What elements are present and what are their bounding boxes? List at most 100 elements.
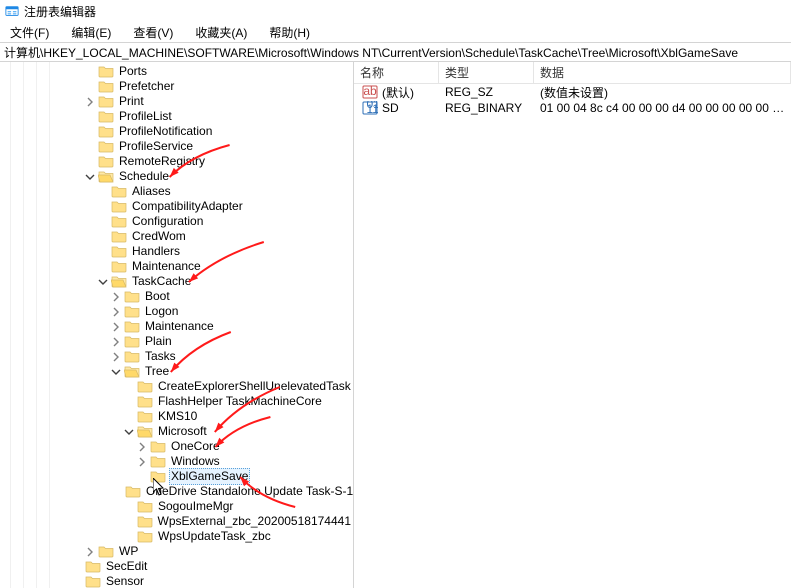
values-pane[interactable]: 名称 类型 数据 ab(默认)REG_SZ(数值未设置)011110SDREG_… <box>354 62 791 588</box>
value-data: (数值未设置) <box>534 84 791 101</box>
folder-icon <box>137 395 153 408</box>
tree-node-sogouimemgr[interactable]: SogouImeMgr <box>0 499 353 514</box>
tree-node-wpsupdatetask-zbc[interactable]: WpsUpdateTask_zbc <box>0 529 353 544</box>
folder-icon <box>124 290 140 303</box>
tree-node-taskcache[interactable]: TaskCache <box>0 274 353 289</box>
folder-icon <box>137 425 153 438</box>
tree-label: RemoteRegistry <box>117 154 207 169</box>
window-title: 注册表编辑器 <box>24 3 96 20</box>
tree-label: CompatibilityAdapter <box>130 199 245 214</box>
folder-icon <box>150 440 166 453</box>
folder-icon <box>111 215 127 228</box>
folder-icon <box>137 515 153 528</box>
folder-icon <box>98 125 114 138</box>
folder-icon <box>111 200 127 213</box>
tree-label: KMS10 <box>156 409 199 424</box>
tree-node-sensor[interactable]: Sensor <box>0 574 353 588</box>
tree-node-profileservice[interactable]: ProfileService <box>0 139 353 154</box>
tree-label: Plain <box>143 334 174 349</box>
folder-icon <box>137 410 153 423</box>
tree-node-wpsexternal-zbc-20200518174441[interactable]: WpsExternal_zbc_20200518174441 <box>0 514 353 529</box>
menu-view[interactable]: 查看(V) <box>127 22 179 43</box>
chevron-right-icon[interactable] <box>136 456 148 468</box>
tree-label: TaskCache <box>130 274 193 289</box>
tree-node-handlers[interactable]: Handlers <box>0 244 353 259</box>
tree-label: OneDrive Standalone Update Task-S-1-5 <box>144 484 354 499</box>
tree-node-tree[interactable]: Tree <box>0 364 353 379</box>
col-type[interactable]: 类型 <box>439 62 534 83</box>
tree-label: Tree <box>143 364 171 379</box>
chevron-down-icon[interactable] <box>84 171 96 183</box>
binary-value-icon: 011110 <box>360 101 380 115</box>
tree-node-compatibilityadapter[interactable]: CompatibilityAdapter <box>0 199 353 214</box>
folder-icon <box>124 350 140 363</box>
folder-icon <box>124 320 140 333</box>
tree-node-print[interactable]: Print <box>0 94 353 109</box>
tree-node-logon[interactable]: Logon <box>0 304 353 319</box>
tree-node-aliases[interactable]: Aliases <box>0 184 353 199</box>
folder-icon <box>124 335 140 348</box>
folder-icon <box>150 470 166 483</box>
value-row[interactable]: 011110SDREG_BINARY01 00 04 8c c4 00 00 0… <box>354 100 791 116</box>
values-header: 名称 类型 数据 <box>354 62 791 84</box>
menu-file[interactable]: 文件(F) <box>4 22 55 43</box>
tree-node-createexplorershellunelevatedtask[interactable]: CreateExplorerShellUnelevatedTask <box>0 379 353 394</box>
tree-node-maintenance[interactable]: Maintenance <box>0 259 353 274</box>
chevron-down-icon[interactable] <box>110 366 122 378</box>
value-type: REG_BINARY <box>439 101 534 115</box>
menu-edit[interactable]: 编辑(E) <box>65 22 117 43</box>
tree-node-microsoft[interactable]: Microsoft <box>0 424 353 439</box>
tree-node-ports[interactable]: Ports <box>0 64 353 79</box>
chevron-down-icon[interactable] <box>123 426 135 438</box>
tree-node-windows[interactable]: Windows <box>0 454 353 469</box>
tree-node-wp[interactable]: WP <box>0 544 353 559</box>
chevron-right-icon[interactable] <box>110 306 122 318</box>
tree-node-schedule[interactable]: Schedule <box>0 169 353 184</box>
chevron-down-icon[interactable] <box>97 276 109 288</box>
tree-label: Maintenance <box>130 259 203 274</box>
tree-node-onecore[interactable]: OneCore <box>0 439 353 454</box>
menu-help[interactable]: 帮助(H) <box>263 22 316 43</box>
value-row[interactable]: ab(默认)REG_SZ(数值未设置) <box>354 84 791 100</box>
folder-icon <box>98 545 114 558</box>
folder-icon <box>85 575 101 588</box>
tree-node-configuration[interactable]: Configuration <box>0 214 353 229</box>
tree-node-kms10[interactable]: KMS10 <box>0 409 353 424</box>
tree-node-maintenance[interactable]: Maintenance <box>0 319 353 334</box>
tree-node-tasks[interactable]: Tasks <box>0 349 353 364</box>
col-name[interactable]: 名称 <box>354 62 439 83</box>
regedit-icon <box>4 3 20 19</box>
tree-pane[interactable]: PortsPrefetcherPrintProfileListProfileNo… <box>0 62 354 588</box>
menu-favorites[interactable]: 收藏夹(A) <box>189 22 253 43</box>
chevron-right-icon[interactable] <box>136 441 148 453</box>
col-data[interactable]: 数据 <box>534 62 791 83</box>
chevron-right-icon[interactable] <box>110 336 122 348</box>
string-value-icon: ab <box>360 85 380 99</box>
tree-node-profilenotification[interactable]: ProfileNotification <box>0 124 353 139</box>
chevron-right-icon[interactable] <box>84 96 96 108</box>
chevron-right-icon[interactable] <box>84 546 96 558</box>
tree-node-flashhelper-taskmachinecore[interactable]: FlashHelper TaskMachineCore <box>0 394 353 409</box>
tree-label: Tasks <box>143 349 178 364</box>
tree-node-boot[interactable]: Boot <box>0 289 353 304</box>
tree-node-secedit[interactable]: SecEdit <box>0 559 353 574</box>
tree-node-profilelist[interactable]: ProfileList <box>0 109 353 124</box>
tree-label: CredWom <box>130 229 188 244</box>
value-data: 01 00 04 8c c4 00 00 00 d4 00 00 00 00 0… <box>534 101 791 115</box>
chevron-right-icon[interactable] <box>110 291 122 303</box>
chevron-right-icon[interactable] <box>110 321 122 333</box>
chevron-right-icon[interactable] <box>110 351 122 363</box>
folder-icon <box>111 230 127 243</box>
tree-node-xblgamesave[interactable]: XblGameSave <box>0 469 353 484</box>
folder-icon <box>137 500 153 513</box>
tree-node-prefetcher[interactable]: Prefetcher <box>0 79 353 94</box>
tree-label: Prefetcher <box>117 79 176 94</box>
tree-node-remoteregistry[interactable]: RemoteRegistry <box>0 154 353 169</box>
folder-icon <box>98 155 114 168</box>
tree-label: Sensor <box>104 574 146 588</box>
tree-node-plain[interactable]: Plain <box>0 334 353 349</box>
tree-node-onedrive-standalone-update-task-s-1-5[interactable]: OneDrive Standalone Update Task-S-1-5 <box>0 484 353 499</box>
address-bar[interactable]: 计算机\HKEY_LOCAL_MACHINE\SOFTWARE\Microsof… <box>0 42 791 62</box>
tree-node-credwom[interactable]: CredWom <box>0 229 353 244</box>
value-name: (默认) <box>382 84 414 101</box>
